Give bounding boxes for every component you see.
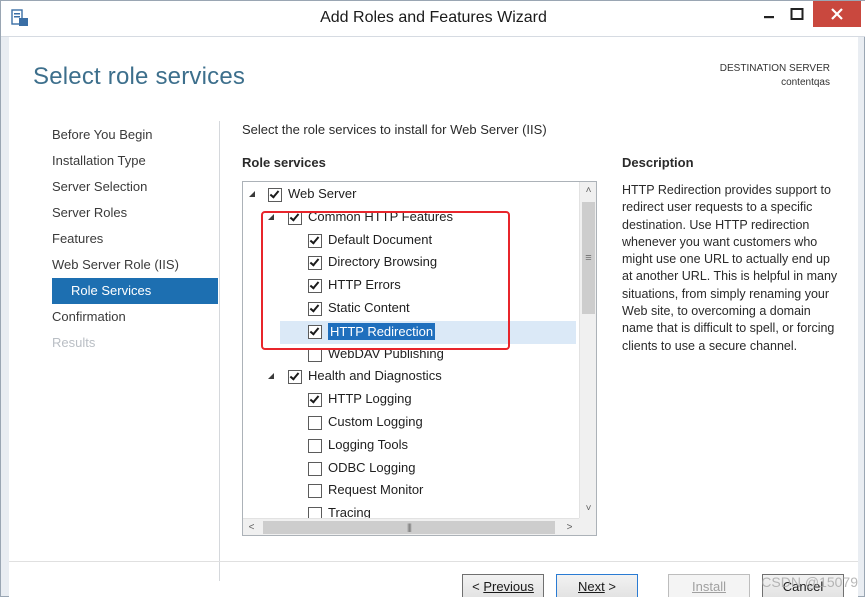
window-title: Add Roles and Features Wizard <box>320 9 547 26</box>
nav-divider <box>219 121 220 581</box>
vertical-scroll-thumb[interactable]: ≡ <box>582 202 595 314</box>
maximize-icon <box>790 8 804 20</box>
expand-triangle-icon[interactable] <box>268 373 274 380</box>
description-text: HTTP Redirection provides support to red… <box>622 183 838 353</box>
role-services-header: Role services <box>242 155 326 170</box>
wizard-window: Add Roles and Features Wizard Select rol… <box>0 0 865 597</box>
tree-row-label: ODBC Logging <box>328 459 416 475</box>
close-icon <box>831 8 843 20</box>
description-header: Description <box>622 155 694 170</box>
nav-item-role-services[interactable]: Role Services <box>52 278 218 304</box>
scroll-right-icon[interactable]: > <box>561 519 578 535</box>
scroll-left-icon[interactable]: < <box>243 519 260 535</box>
install-label: Install <box>692 578 726 594</box>
scroll-grip-icon: ≡ <box>585 252 592 264</box>
next-label: Next <box>578 578 605 594</box>
nav-item-results: Results <box>52 335 96 350</box>
tree-checkbox[interactable] <box>308 484 322 499</box>
minimize-icon <box>764 16 774 19</box>
checkmark-icon <box>269 188 280 199</box>
tree-row-label: Request Monitor <box>328 482 424 498</box>
next-arrow: > <box>604 578 616 594</box>
tree-checkbox[interactable] <box>308 461 322 476</box>
minimize-button[interactable] <box>756 1 782 27</box>
checkmark-icon <box>309 393 320 404</box>
watermark: CSDN @15079 <box>761 574 858 590</box>
vertical-scrollbar[interactable]: ˄ ≡ ˅ <box>579 182 596 518</box>
scroll-grip-h-icon: ||| <box>406 522 412 532</box>
title-bar: Add Roles and Features Wizard <box>1 1 865 37</box>
nav-item-server-roles[interactable]: Server Roles <box>52 200 220 226</box>
tree-row-label: Web Server <box>288 186 357 201</box>
instruction-text: Select the role services to install for … <box>242 122 547 137</box>
destination-server-label: DESTINATION SERVER <box>719 63 830 74</box>
tree-row-label: Logging Tools <box>328 436 408 452</box>
nav-item-confirmation[interactable]: Confirmation <box>52 304 220 330</box>
nav-item-before-you-begin[interactable]: Before You Begin <box>52 122 220 148</box>
tree-row[interactable]: Logging Tools <box>243 435 577 458</box>
tree-row-label: Health and Diagnostics <box>308 368 442 384</box>
wizard-nav: Before You Begin Installation Type Serve… <box>52 122 220 356</box>
horizontal-scroll-thumb[interactable]: ||| <box>263 521 555 534</box>
nav-item-web-server-role[interactable]: Web Server Role (IIS) <box>52 252 220 278</box>
tree-row[interactable]: Custom Logging <box>243 412 577 435</box>
annotation-highlight-box <box>261 211 510 350</box>
scroll-down-icon[interactable]: ˅ <box>580 500 596 517</box>
previous-label: Previous <box>483 578 534 594</box>
wizard-content: Select role services DESTINATION SERVER … <box>9 37 858 597</box>
tree-row[interactable]: Web Server <box>243 184 577 207</box>
previous-arrow: < <box>472 578 484 594</box>
page-title: Select role services <box>33 63 246 90</box>
tree-checkbox[interactable] <box>308 416 322 430</box>
close-button[interactable] <box>813 1 861 27</box>
nav-item-features[interactable]: Features <box>52 226 220 252</box>
previous-button[interactable]: < Previous <box>462 574 544 597</box>
nav-item-installation-type[interactable]: Installation Type <box>52 148 220 174</box>
scroll-corner <box>579 518 596 535</box>
tree-checkbox[interactable] <box>308 393 322 408</box>
tree-checkbox[interactable] <box>288 370 302 385</box>
maximize-button[interactable] <box>784 1 810 27</box>
button-bar-divider <box>9 561 858 562</box>
nav-item-server-selection[interactable]: Server Selection <box>52 174 220 200</box>
tree-row-label: HTTP Logging <box>328 391 412 407</box>
destination-server-name: contentqas <box>781 77 830 88</box>
horizontal-scrollbar[interactable]: < ||| > <box>243 518 579 535</box>
tree-row[interactable]: ODBC Logging <box>243 458 577 481</box>
checkmark-icon <box>289 370 300 381</box>
tree-row[interactable]: Health and Diagnostics <box>243 366 577 389</box>
expand-triangle-icon[interactable] <box>249 191 255 197</box>
next-button[interactable]: Next > <box>556 574 638 597</box>
tree-checkbox[interactable] <box>308 438 322 453</box>
tree-row[interactable]: Request Monitor <box>243 480 577 503</box>
install-button[interactable]: Install <box>668 574 750 597</box>
tree-checkbox[interactable] <box>268 188 282 202</box>
tree-row-label: Custom Logging <box>328 414 423 429</box>
scroll-up-icon[interactable]: ˄ <box>580 182 596 199</box>
tree-row[interactable]: HTTP Logging <box>243 389 577 412</box>
